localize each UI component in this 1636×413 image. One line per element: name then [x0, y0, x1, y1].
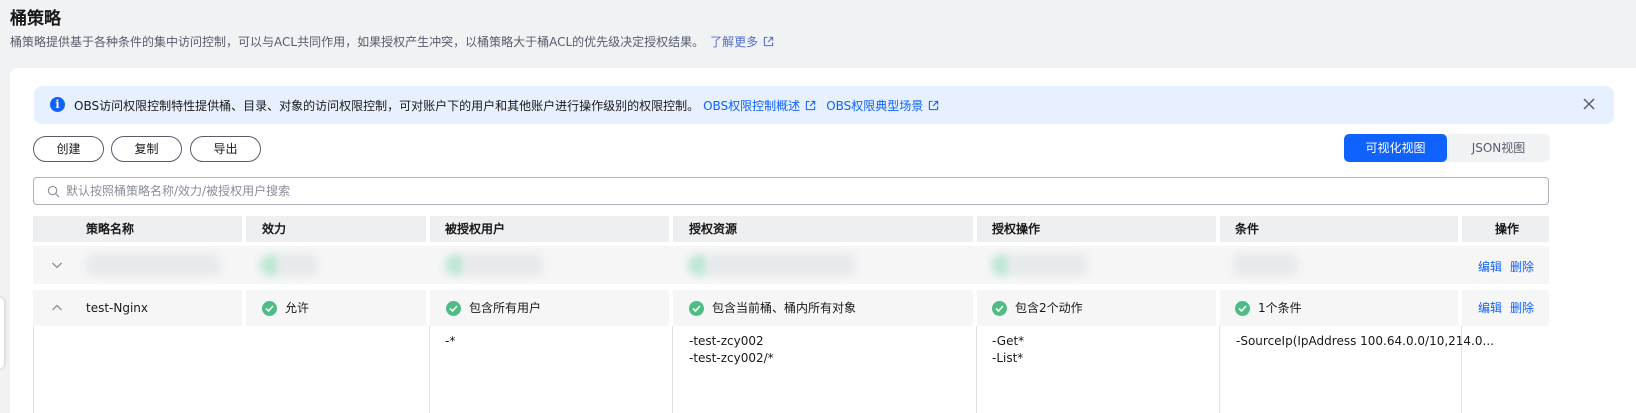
column-header-name-label: 策略名称: [86, 222, 135, 236]
column-divider: [672, 326, 673, 413]
column-header-resource[interactable]: 授权资源: [673, 216, 973, 242]
detail-action-item: -List*: [992, 351, 1024, 365]
info-icon: i: [50, 97, 65, 112]
column-header-effect[interactable]: 效力: [246, 216, 426, 242]
policy-name: test-Nginx: [86, 301, 149, 315]
table-row-effect-cell: 允许: [246, 290, 426, 326]
column-divider: [33, 326, 34, 413]
column-header-effect-label: 效力: [262, 222, 287, 236]
column-header-principal-label: 被授权用户: [445, 222, 506, 236]
table-row-name-cell: test-Nginx: [33, 290, 242, 326]
check-circle-icon: [992, 301, 1007, 316]
resource-value: 包含当前桶、桶内所有对象: [712, 301, 857, 315]
search-box: [33, 177, 1549, 205]
delete-link[interactable]: 删除: [1510, 290, 1534, 326]
column-header-principal[interactable]: 被授权用户: [430, 216, 669, 242]
detail-condition-item: -SourceIp(IpAddress 100.64.0.0/10,214.0.…: [1236, 334, 1494, 348]
side-panel-handle[interactable]: [0, 297, 4, 369]
column-header-action-label: 授权操作: [992, 222, 1041, 236]
detail-action-item: -Get*: [992, 334, 1025, 348]
redacted-action: [1008, 254, 1088, 276]
redacted-principal: [463, 254, 543, 276]
edit-link[interactable]: 编辑: [1478, 258, 1502, 275]
search-input[interactable]: [66, 182, 1466, 200]
page-title: 桶策略: [10, 9, 61, 29]
page-description-text: 桶策略提供基于各种条件的集中访问控制，可以与ACL共同作用，如果授权产生冲突，以…: [10, 35, 705, 49]
notice-text-line: OBS访问权限控制特性提供桶、目录、对象的访问权限控制，可对账户下的用户和其他账…: [74, 97, 939, 114]
copy-button[interactable]: 复制: [111, 136, 182, 162]
column-header-ops-label: 操作: [1495, 222, 1520, 236]
redacted-name: [86, 254, 221, 276]
principal-value: 包含所有用户: [469, 301, 542, 315]
view-toggle: 可视化视图 JSON视图: [1344, 134, 1550, 162]
column-divider: [976, 326, 977, 413]
column-header-action[interactable]: 授权操作: [977, 216, 1216, 242]
check-circle-icon: [689, 301, 704, 316]
column-header-condition[interactable]: 条件: [1220, 216, 1458, 242]
column-header-name[interactable]: 策略名称: [33, 216, 242, 242]
chevron-up-icon[interactable]: [51, 302, 63, 314]
close-icon[interactable]: [1580, 95, 1598, 113]
info-notice: i OBS访问权限控制特性提供桶、目录、对象的访问权限控制，可对账户下的用户和其…: [34, 86, 1614, 124]
column-divider: [1219, 326, 1220, 413]
learn-more-link[interactable]: 了解更多: [710, 35, 774, 49]
search-icon: [47, 185, 60, 198]
effect-value: 允许: [285, 301, 310, 315]
column-divider: [429, 326, 430, 413]
chevron-down-icon[interactable]: [51, 259, 63, 271]
table-row-ops-cell: 编辑 删除: [1462, 290, 1549, 326]
permission-scenarios-label: OBS权限典型场景: [826, 99, 924, 113]
learn-more-label: 了解更多: [710, 35, 759, 49]
permission-overview-link[interactable]: OBS权限控制概述: [703, 99, 816, 113]
external-link-icon: [929, 100, 939, 111]
check-circle-icon: [446, 301, 461, 316]
external-link-icon: [763, 36, 774, 47]
column-header-resource-label: 授权资源: [689, 222, 738, 236]
check-circle-icon: [1235, 301, 1250, 316]
notice-text: OBS访问权限控制特性提供桶、目录、对象的访问权限控制，可对账户下的用户和其他账…: [74, 99, 700, 113]
page-description: 桶策略提供基于各种条件的集中访问控制，可以与ACL共同作用，如果授权产生冲突，以…: [10, 33, 774, 50]
table-row-resource-cell: 包含当前桶、桶内所有对象: [673, 290, 973, 326]
redacted-resource: [706, 254, 856, 276]
delete-link[interactable]: 删除: [1510, 258, 1534, 275]
condition-value: 1个条件: [1258, 301, 1302, 315]
check-circle-icon: [262, 301, 277, 316]
detail-principal-item: -*: [445, 334, 456, 348]
action-value: 包含2个动作: [1015, 301, 1083, 315]
detail-resource-item: -test-zcy002/*: [689, 351, 774, 365]
table-row-condition-cell: 1个条件: [1220, 290, 1458, 326]
external-link-icon: [806, 100, 816, 111]
detail-resource-item: -test-zcy002: [689, 334, 764, 348]
table-row: 编辑 删除: [33, 246, 1549, 284]
permission-scenarios-link[interactable]: OBS权限典型场景: [826, 99, 939, 113]
edit-link[interactable]: 编辑: [1478, 290, 1502, 326]
column-header-condition-label: 条件: [1235, 222, 1260, 236]
redacted-condition: [1233, 254, 1298, 276]
table-row-principal-cell: 包含所有用户: [430, 290, 669, 326]
export-button[interactable]: 导出: [190, 136, 261, 162]
permission-overview-label: OBS权限控制概述: [703, 99, 801, 113]
redacted-effect: [278, 254, 318, 276]
table-row-action-cell: 包含2个动作: [977, 290, 1216, 326]
visual-view-tab[interactable]: 可视化视图: [1344, 134, 1447, 162]
column-header-ops: 操作: [1462, 216, 1549, 242]
create-button[interactable]: 创建: [33, 136, 104, 162]
json-view-tab[interactable]: JSON视图: [1447, 134, 1550, 162]
